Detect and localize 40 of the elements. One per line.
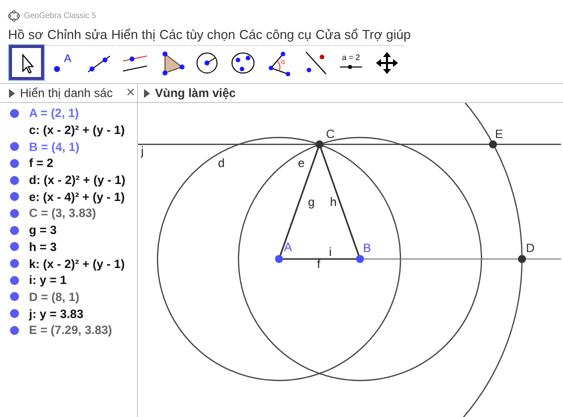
algebra-entry[interactable]: h = 3 xyxy=(29,238,57,256)
point-label: C xyxy=(326,127,335,141)
panel-title: Hiển thị danh sác xyxy=(20,85,113,102)
algebra-entry[interactable]: A = (2, 1) xyxy=(29,104,79,122)
algebra-entry[interactable]: B = (4, 1) xyxy=(29,138,80,156)
menu-item[interactable]: Hồ sơ xyxy=(8,24,44,44)
object-label: d xyxy=(218,156,225,170)
algebra-entry[interactable]: j: y = 3.83 xyxy=(29,304,84,323)
collapse-triangle-icon[interactable] xyxy=(9,88,15,98)
menu-item[interactable]: Các công cụ xyxy=(239,24,312,44)
menu-item[interactable]: Các tùy chọn xyxy=(159,24,236,44)
algebra-entry[interactable]: k: (x - 2)² + (y - 1) xyxy=(29,254,125,273)
window-title: GeoGebra Classic 5 xyxy=(24,10,96,22)
menu-item[interactable]: Hiển thị xyxy=(111,24,156,44)
object-label: e xyxy=(298,156,305,170)
algebra-entry[interactable]: g = 3 xyxy=(29,221,57,240)
object-label: i xyxy=(329,245,332,259)
menu-item[interactable]: Trợ giúp xyxy=(362,24,411,44)
algebra-entry[interactable]: e: (x - 4)² + (y - 1) xyxy=(29,188,125,206)
menu-item[interactable]: Chỉnh sửa xyxy=(47,24,108,44)
object-label: g xyxy=(308,195,315,209)
point-label: A xyxy=(284,240,292,254)
algebra-entry[interactable]: i: y = 1 xyxy=(29,271,67,290)
algebra-entry[interactable]: E = (7.29, 3.83) xyxy=(29,321,112,340)
point-label: D xyxy=(526,241,535,255)
point-label: E xyxy=(495,127,504,141)
menu-item[interactable]: Cửa sổ xyxy=(316,24,358,44)
collapse-triangle-icon[interactable] xyxy=(144,88,150,98)
algebra-entry[interactable]: f = 2 xyxy=(29,154,54,172)
algebra-entry[interactable]: d: (x - 2)² + (y - 1) xyxy=(29,171,126,190)
algebra-entry[interactable]: D = (8, 1) xyxy=(29,288,80,306)
panel-title: Vùng làm việc xyxy=(155,85,236,102)
object-label: f xyxy=(317,257,320,271)
app-logo-icon xyxy=(8,10,20,22)
algebra-entry[interactable]: C = (3, 3.83) xyxy=(29,204,96,222)
object-label: h xyxy=(330,195,337,209)
point-label: B xyxy=(363,241,372,255)
object-label: j xyxy=(141,144,144,158)
algebra-entry[interactable]: c: (x - 2)² + (y - 1) xyxy=(29,121,125,140)
tool-button[interactable] xyxy=(9,45,44,80)
